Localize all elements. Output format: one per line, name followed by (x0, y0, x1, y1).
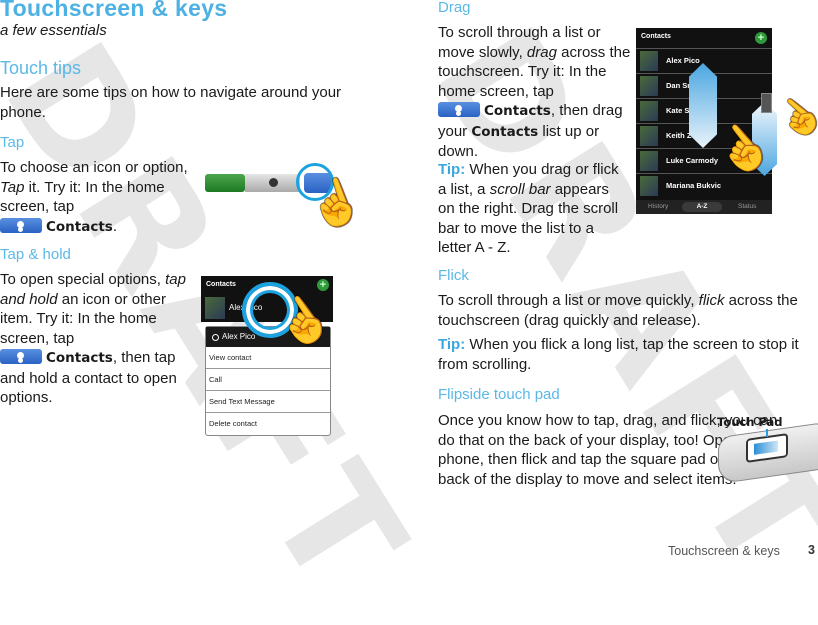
avatar (640, 126, 658, 146)
avatar (640, 76, 658, 96)
drag-text: To scroll through a list or move slowly,… (438, 23, 633, 162)
tap-text-b: it. Try it: In the home screen, tap (0, 178, 165, 216)
avatar (640, 176, 658, 196)
contacts-tab-bar: History A-Z Status (636, 200, 772, 214)
contact-name: Luke Carmody (666, 156, 719, 165)
menu-item-delete-contact: Delete contact (209, 419, 257, 428)
contacts-keyword: Contacts (46, 218, 113, 235)
avatar (640, 51, 658, 71)
tap-hold-heading: Tap & hold (0, 246, 71, 263)
phone-app-icon (205, 174, 245, 192)
tap-text: To choose an icon or option, Tap it. Try… (0, 158, 195, 237)
menu-item-call: Call (206, 369, 330, 391)
flick-heading: Flick (438, 267, 469, 284)
contacts-header-title: Contacts (641, 33, 671, 40)
drag-heading: Drag (438, 0, 471, 16)
drag-up-arrow-icon (689, 63, 717, 148)
add-contact-icon: + (755, 32, 767, 44)
contact-name: Mariana Bukvic (666, 181, 722, 190)
section-heading: Touch tips (0, 58, 82, 78)
contacts-header-title: Contacts (206, 281, 236, 288)
flick-emphasis: flick (698, 292, 725, 309)
contacts-app-icon (0, 217, 42, 233)
flick-tip: Tip: When you flick a long list, tap the… (438, 335, 818, 374)
tab-status: Status (738, 203, 757, 210)
page-subtitle: a few essentials (0, 22, 107, 39)
flick-tip-text: When you flick a long list, tap the scre… (438, 336, 799, 373)
tap-heading: Tap (0, 134, 25, 151)
hand-pointer-icon: ☝ (768, 87, 818, 149)
flipside-heading: Flipside touch pad (438, 386, 560, 403)
contacts-keyword: Contacts (471, 123, 539, 140)
tap-text-a: To choose an icon or option, (0, 159, 188, 176)
tip-label: Tip: (438, 161, 466, 178)
avatar (640, 151, 658, 171)
avatar (205, 297, 225, 319)
avatar (640, 101, 658, 121)
drag-tip-emphasis: scroll bar (489, 180, 551, 198)
tap-hold-text: To open special options, tap and hold an… (0, 270, 195, 408)
contacts-app-icon (438, 102, 480, 117)
flick-text-a: To scroll through a list or move quickly… (438, 292, 699, 309)
contacts-keyword: Contacts (46, 350, 113, 366)
footer-section-title: Touchscreen & keys (668, 544, 780, 558)
page-title: Touchscreen & keys (0, 0, 228, 21)
drag-tip: Tip: When you drag or flick a list, a sc… (438, 160, 628, 258)
contact-name: Alex Pico (666, 56, 700, 65)
page-number: 3 (808, 543, 815, 557)
tip-label: Tip: (438, 336, 466, 353)
touch-pad-pointer-line (766, 429, 768, 437)
tab-a-z: A-Z (682, 202, 722, 212)
menu-item-send-text: Send Text Message (206, 391, 330, 413)
contact-row: Mariana Bukvic (636, 173, 772, 198)
tab-history: History (648, 203, 669, 210)
intro-text: Here are some tips on how to navigate ar… (0, 84, 342, 121)
add-contact-icon: + (317, 279, 329, 291)
tap-hold-text-a: To open special options, (0, 271, 166, 288)
contacts-header: Contacts + (636, 28, 772, 48)
menu-item-view-contact: View contact (206, 347, 330, 369)
contacts-app-icon (0, 349, 42, 364)
tap-text-end: . (112, 217, 118, 235)
touch-pad-label: Touch Pad (717, 415, 783, 429)
scroll-bar-thumb-icon (761, 93, 772, 113)
tap-emphasis: Tap (0, 178, 25, 196)
contact-name: Keith Z (666, 131, 692, 140)
launcher-icon (245, 174, 300, 192)
flick-text: To scroll through a list or move quickly… (438, 291, 818, 330)
contacts-keyword: Contacts (484, 103, 551, 119)
drag-emphasis: drag (526, 43, 557, 61)
